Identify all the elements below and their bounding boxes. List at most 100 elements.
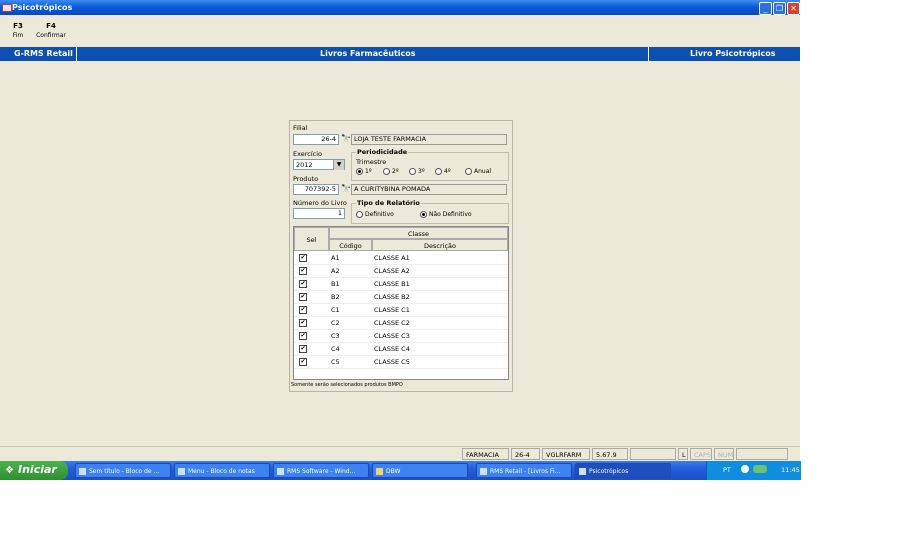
exercicio-label: Exercício — [293, 150, 323, 158]
col-codigo-header: Código — [329, 239, 372, 251]
restore-button[interactable]: ❐ — [773, 2, 786, 15]
row-codigo: C5 — [331, 358, 340, 366]
row-checkbox[interactable]: ✔ — [299, 254, 307, 262]
task-rms-retail[interactable]: RMS Retail - [Livros Fi... — [476, 463, 572, 478]
table-row[interactable]: ✔ C1 CLASSE C1 — [294, 304, 508, 317]
period-3-radio[interactable]: 3º — [409, 168, 425, 175]
chevron-down-icon[interactable]: ▼ — [333, 160, 344, 170]
table-row[interactable]: ✔ B1 CLASSE B1 — [294, 278, 508, 291]
binoculars-icon[interactable]: 🔭 — [341, 134, 351, 144]
notepad-icon — [178, 468, 185, 475]
status-bar: FARMACIA 26-4 VGLRFARM 5.67.9 L CAPS NUM — [0, 446, 800, 462]
row-codigo: C4 — [331, 345, 340, 353]
radio-icon — [409, 168, 416, 175]
period-2-radio[interactable]: 2º — [383, 168, 399, 175]
task-label: RMS Retail - [Livros Fi... — [490, 468, 561, 475]
divider — [648, 47, 649, 61]
status-empty — [630, 448, 676, 460]
row-checkbox[interactable]: ✔ — [299, 280, 307, 288]
table-row[interactable]: ✔ B2 CLASSE B2 — [294, 291, 508, 304]
period-anual-radio[interactable]: Anual — [465, 168, 491, 175]
row-checkbox[interactable]: ✔ — [299, 332, 307, 340]
period-4-radio[interactable]: 4º — [435, 168, 451, 175]
table-row[interactable]: ✔ C3 CLASSE C3 — [294, 330, 508, 343]
screen-title: Livro Psicotrópicos — [690, 49, 776, 58]
task-notepad-untitled[interactable]: Sem título - Bloco de ... — [75, 463, 171, 478]
period-anual-label: Anual — [474, 168, 492, 175]
f4-confirmar-button[interactable]: F4 Confirmar — [36, 22, 66, 39]
exercicio-value: 2012 — [296, 161, 313, 169]
nao-definitivo-radio[interactable]: Não Definitivo — [420, 211, 472, 218]
status-code: 26-4 — [511, 448, 540, 460]
row-codigo: C2 — [331, 319, 340, 327]
table-row[interactable]: ✔ A2 CLASSE A2 — [294, 265, 508, 278]
period-1-label: 1º — [365, 168, 372, 175]
col-descricao-header: Descrição — [372, 239, 508, 251]
start-label: Iniciar — [18, 463, 57, 476]
nao-definitivo-label: Não Definitivo — [429, 211, 472, 218]
row-descricao: CLASSE A2 — [374, 267, 410, 275]
row-codigo: A1 — [331, 254, 340, 262]
f3-key: F3 — [13, 22, 23, 30]
row-checkbox[interactable]: ✔ — [299, 306, 307, 314]
row-descricao: CLASSE B1 — [374, 280, 410, 288]
title-bar: Psicotrópicos _ ❐ ✕ — [0, 0, 800, 15]
binoculars-icon[interactable]: 🔭 — [341, 184, 351, 194]
row-checkbox[interactable]: ✔ — [299, 345, 307, 353]
row-checkbox[interactable]: ✔ — [299, 267, 307, 275]
network-icon[interactable] — [753, 465, 767, 473]
definitivo-radio[interactable]: Definitivo — [356, 211, 394, 218]
task-dbw[interactable]: DBW — [372, 463, 468, 478]
radio-icon — [356, 211, 363, 218]
minimize-button[interactable]: _ — [759, 2, 772, 15]
table-row[interactable]: ✔ C4 CLASSE C4 — [294, 343, 508, 356]
f4-label: Confirmar — [36, 32, 66, 39]
app-icon — [2, 4, 12, 12]
row-descricao: CLASSE B2 — [374, 293, 410, 301]
filial-code-input[interactable]: 26-4 — [293, 134, 339, 145]
numero-livro-input[interactable]: 1 — [293, 208, 345, 219]
trimestre-label: Trimestre — [356, 158, 387, 166]
col-sel-header: Sel — [294, 227, 329, 251]
start-button[interactable]: ❖ Iniciar — [0, 461, 68, 480]
status-user: VGLRFARM — [542, 448, 590, 460]
row-descricao: CLASSE C3 — [374, 332, 410, 340]
status-l: L — [678, 448, 688, 460]
row-checkbox[interactable]: ✔ — [299, 319, 307, 327]
row-codigo: B2 — [331, 293, 340, 301]
exercicio-select[interactable]: 2012 ▼ — [293, 159, 345, 170]
row-checkbox[interactable]: ✔ — [299, 293, 307, 301]
produto-label: Produto — [293, 175, 319, 183]
notepad-icon — [79, 468, 86, 475]
task-notepad-menu[interactable]: Menu - Bloco de notas — [174, 463, 270, 478]
radio-icon — [356, 168, 363, 175]
task-rms-software[interactable]: RMS Software - Wind... — [273, 463, 369, 478]
close-button[interactable]: ✕ — [787, 2, 800, 15]
table-row[interactable]: ✔ C2 CLASSE C2 — [294, 317, 508, 330]
row-descricao: CLASSE C2 — [374, 319, 410, 327]
f3-fim-button[interactable]: F3 Fim — [8, 22, 28, 39]
periodicidade-group: Periodicidade Trimestre 1º 2º 3º 4º Anua… — [351, 148, 509, 181]
help-icon[interactable] — [741, 465, 749, 473]
task-label: Psicotrópicos — [589, 468, 629, 475]
livro-psicotropicos-form: Filial 26-4 🔭 LOJA TESTE FARMACIA Exercí… — [289, 120, 513, 392]
table-row[interactable]: ✔ A1 CLASSE A1 — [294, 252, 508, 265]
taskbar: ❖ Iniciar Sem título - Bloco de ... Menu… — [0, 461, 801, 480]
system-tray: PT 11:45 — [706, 461, 801, 480]
task-label: DBW — [386, 468, 401, 475]
language-indicator[interactable]: PT — [723, 466, 731, 474]
folder-icon — [376, 468, 383, 475]
classes-grid: Sel Classe Código Descrição ✔ A1 CLASSE … — [293, 226, 509, 380]
row-checkbox[interactable]: ✔ — [299, 358, 307, 366]
produto-code-input[interactable]: 707392-5 — [293, 184, 339, 195]
table-row[interactable]: ✔ C5 CLASSE C5 — [294, 356, 508, 369]
app-window: Psicotrópicos _ ❐ ✕ F3 Fim F4 Confirmar … — [0, 0, 801, 480]
status-version: 5.67.9 — [592, 448, 628, 460]
row-codigo: C3 — [331, 332, 340, 340]
task-psicotropicos[interactable]: Psicotrópicos — [575, 463, 671, 478]
rms-icon — [579, 468, 586, 475]
bmpo-note: Somente serão selecionados produtos BMPO — [291, 382, 403, 388]
filial-label: Filial — [293, 124, 308, 132]
window-title: Psicotrópicos — [12, 3, 73, 12]
period-1-radio[interactable]: 1º — [356, 168, 372, 175]
